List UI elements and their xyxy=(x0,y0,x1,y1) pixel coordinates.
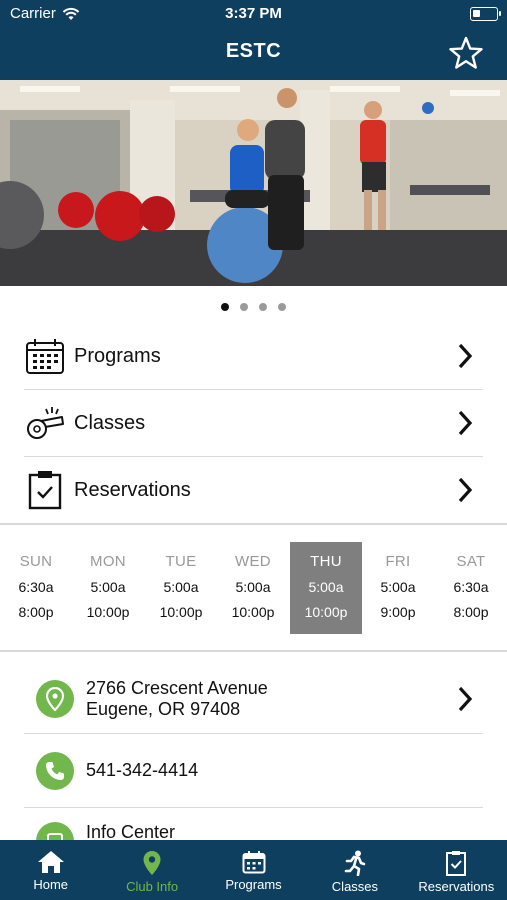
carousel-dot[interactable] xyxy=(221,303,229,311)
club-hours: SUN 6:30a 8:00p MON 5:00a 10:00p TUE 5:0… xyxy=(0,542,507,634)
divider xyxy=(0,523,507,525)
close-time: 9:00p xyxy=(380,604,416,620)
close-time: 10:00p xyxy=(304,604,348,620)
tab-label: Club Info xyxy=(126,879,179,894)
day-name: TUE xyxy=(165,553,197,570)
hours-day-wed: WED 5:00a 10:00p xyxy=(217,542,289,634)
open-time: 5:00a xyxy=(235,579,271,595)
carousel-dot[interactable] xyxy=(278,303,286,311)
open-time: 5:00a xyxy=(163,579,199,595)
chevron-right-icon xyxy=(458,477,473,503)
chevron-right-icon xyxy=(458,343,473,369)
close-time: 10:00p xyxy=(231,604,275,620)
battery-icon xyxy=(470,7,501,21)
gym-photo-illustration xyxy=(0,80,507,286)
day-name: SUN xyxy=(19,553,53,570)
tab-home[interactable]: Home xyxy=(0,840,101,900)
menu-item-label: Classes xyxy=(74,411,146,434)
status-time: 3:37 PM xyxy=(225,5,282,22)
calendar-grid-icon xyxy=(24,335,66,377)
page-title: ESTC xyxy=(225,40,282,62)
carousel-indicator xyxy=(0,303,507,311)
carousel-dot[interactable] xyxy=(240,303,248,311)
hours-day-sat: SAT 6:30a 8:00p xyxy=(435,542,507,634)
hero-photo[interactable] xyxy=(0,80,507,286)
hours-day-thu: THU 5:00a 10:00p xyxy=(290,542,362,634)
close-time: 10:00p xyxy=(86,604,130,620)
hours-day-sun: SUN 6:30a 8:00p xyxy=(0,542,72,634)
map-pin-icon xyxy=(143,851,161,875)
divider xyxy=(0,650,507,652)
day-name: SAT xyxy=(456,553,486,570)
address-line2: Eugene, OR 97408 xyxy=(86,698,241,719)
tab-label: Programs xyxy=(225,877,282,892)
hours-day-tue: TUE 5:00a 10:00p xyxy=(145,542,217,634)
hours-day-fri: FRI 5:00a 9:00p xyxy=(362,542,434,634)
phone-row[interactable]: 541-342-4414 xyxy=(24,734,483,808)
whistle-icon xyxy=(24,402,66,444)
clipboard-check-icon xyxy=(24,469,66,511)
house-icon xyxy=(37,851,64,873)
address-row[interactable]: 2766 Crescent Avenue Eugene, OR 97408 xyxy=(24,664,483,734)
status-bar: Carrier 3:37 PM xyxy=(0,0,507,28)
calendar-icon xyxy=(242,851,266,874)
tab-bar: Home Club Info Programs Classes Reservat… xyxy=(0,840,507,900)
phone-icon xyxy=(36,751,74,790)
menu-item-programs[interactable]: Programs xyxy=(24,323,483,390)
close-time: 8:00p xyxy=(453,604,489,620)
map-pin-icon xyxy=(36,679,74,718)
running-person-icon xyxy=(344,850,366,876)
hours-day-mon: MON 5:00a 10:00p xyxy=(72,542,144,634)
menu-item-label: Programs xyxy=(74,344,161,367)
phone-number: 541-342-4414 xyxy=(86,760,199,780)
top-bar: Carrier 3:37 PM ESTC xyxy=(0,0,507,80)
day-name: THU xyxy=(310,553,342,570)
address-line1: 2766 Crescent Avenue xyxy=(86,677,268,698)
day-name: FRI xyxy=(385,553,411,570)
open-time: 5:00a xyxy=(90,579,126,595)
tab-label: Reservations xyxy=(418,879,495,894)
address-text: 2766 Crescent Avenue Eugene, OR 97408 xyxy=(86,678,268,720)
menu-item-classes[interactable]: Classes xyxy=(24,390,483,457)
tab-club-info[interactable]: Club Info xyxy=(101,840,202,900)
carousel-dot[interactable] xyxy=(259,303,267,311)
day-name: MON xyxy=(90,553,126,570)
chevron-right-icon xyxy=(458,410,473,436)
day-name: WED xyxy=(235,553,271,570)
open-time: 6:30a xyxy=(453,579,489,595)
close-time: 8:00p xyxy=(18,604,54,620)
tab-reservations[interactable]: Reservations xyxy=(406,840,507,900)
menu-item-label: Reservations xyxy=(74,478,191,501)
chevron-right-icon xyxy=(458,686,473,711)
open-time: 6:30a xyxy=(18,579,54,595)
close-time: 10:00p xyxy=(159,604,203,620)
open-time: 5:00a xyxy=(308,579,344,595)
clipboard-icon xyxy=(446,851,467,876)
tab-label: Classes xyxy=(331,879,379,894)
tab-label: Home xyxy=(33,877,69,892)
tab-classes[interactable]: Classes xyxy=(304,840,405,900)
tab-programs[interactable]: Programs xyxy=(203,840,304,900)
menu-item-reservations[interactable]: Reservations xyxy=(24,457,483,524)
star-outline-icon[interactable] xyxy=(449,36,483,70)
open-time: 5:00a xyxy=(380,579,416,595)
